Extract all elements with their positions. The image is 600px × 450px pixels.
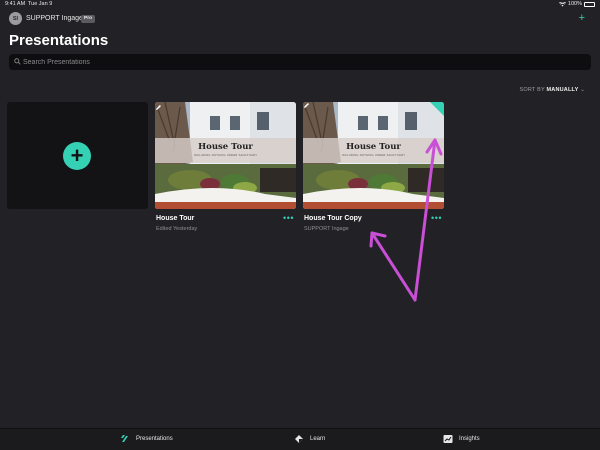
search-bar[interactable] <box>9 54 591 70</box>
tab-learn[interactable]: Learn <box>294 434 325 444</box>
plus-icon: + <box>578 12 585 24</box>
presentation-thumbnail[interactable]: House Tour INCLUDING NOTHING UNDER SANCT… <box>155 102 296 209</box>
sort-control[interactable]: SORT BY MANUALLY ⌄ <box>520 87 585 93</box>
new-presentation-card[interactable]: + <box>7 102 148 209</box>
top-bar: SI SUPPORT Ingage Pro + <box>0 11 600 27</box>
thumbnail-subtitle: INCLUDING NOTHING UNDER SANCTUARY <box>193 153 258 157</box>
presentations-icon <box>121 435 128 442</box>
battery-icon <box>584 1 595 7</box>
annotation-arrow-to-subtitle <box>370 231 417 302</box>
search-icon <box>14 58 21 65</box>
tab-bar: Presentations Learn Insights <box>0 428 600 450</box>
avatar[interactable]: SI <box>9 12 22 25</box>
presentation-title[interactable]: House Tour Copy <box>304 215 362 222</box>
thumbnail-subtitle: INCLUDING NOTHING UNDER SANCTUARY <box>341 153 406 157</box>
add-presentation-button[interactable]: + <box>579 12 585 24</box>
tab-insights[interactable]: Insights <box>443 434 480 444</box>
status-right: 100% <box>558 1 595 7</box>
status-bar: 9:41 AM Tue Jan 9 100% <box>0 0 600 9</box>
edit-badge <box>430 102 444 116</box>
presentation-thumbnail[interactable]: House Tour INCLUDING NOTHING UNDER SANCT… <box>303 102 444 209</box>
chevron-down-icon: ⌄ <box>580 87 585 93</box>
thumbnail-title: House Tour <box>346 142 401 152</box>
insights-icon <box>443 435 453 443</box>
sort-value[interactable]: MANUALLY <box>547 87 579 93</box>
page-title: Presentations <box>9 32 109 49</box>
tab-label: Insights <box>459 436 480 442</box>
thumbnail-title-band: House Tour INCLUDING NOTHING UNDER SANCT… <box>155 138 296 163</box>
pencil-icon[interactable] <box>303 102 310 109</box>
thumbnail-title-band: House Tour INCLUDING NOTHING UNDER SANCT… <box>303 138 444 163</box>
battery-percent: 100% <box>567 1 582 7</box>
presentation-card[interactable]: House Tour INCLUDING NOTHING UNDER SANCT… <box>155 102 296 232</box>
tab-label: Presentations <box>136 436 173 442</box>
thumbnail-title: House Tour <box>198 142 253 152</box>
presentation-subtitle: Edited Yesterday <box>156 226 198 232</box>
presentation-card[interactable]: House Tour INCLUDING NOTHING UNDER SANCT… <box>303 102 444 232</box>
more-options-icon[interactable]: ••• <box>431 213 442 223</box>
tab-presentations[interactable]: Presentations <box>120 434 173 444</box>
plus-icon[interactable]: + <box>63 142 91 170</box>
more-options-icon[interactable]: ••• <box>283 213 294 223</box>
learn-icon <box>295 435 303 443</box>
pencil-icon[interactable] <box>155 104 162 111</box>
org-name[interactable]: SUPPORT Ingage <box>26 15 83 22</box>
status-date: Tue Jan 9 <box>28 1 53 7</box>
presentation-subtitle: SUPPORT Ingage <box>304 226 349 232</box>
presentation-title[interactable]: House Tour <box>156 215 194 222</box>
search-input[interactable] <box>23 54 583 70</box>
sort-label: SORT BY <box>519 87 545 93</box>
wifi-icon <box>558 1 566 6</box>
plan-badge: Pro <box>81 14 95 23</box>
tab-label: Learn <box>310 436 326 442</box>
status-time: 9:41 AM <box>5 1 26 7</box>
